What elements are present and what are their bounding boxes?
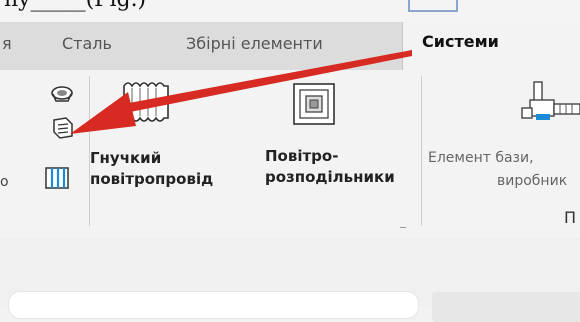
bottom-field[interactable]	[8, 291, 419, 319]
bottom-control[interactable]	[432, 292, 580, 322]
lower-area	[0, 238, 580, 322]
